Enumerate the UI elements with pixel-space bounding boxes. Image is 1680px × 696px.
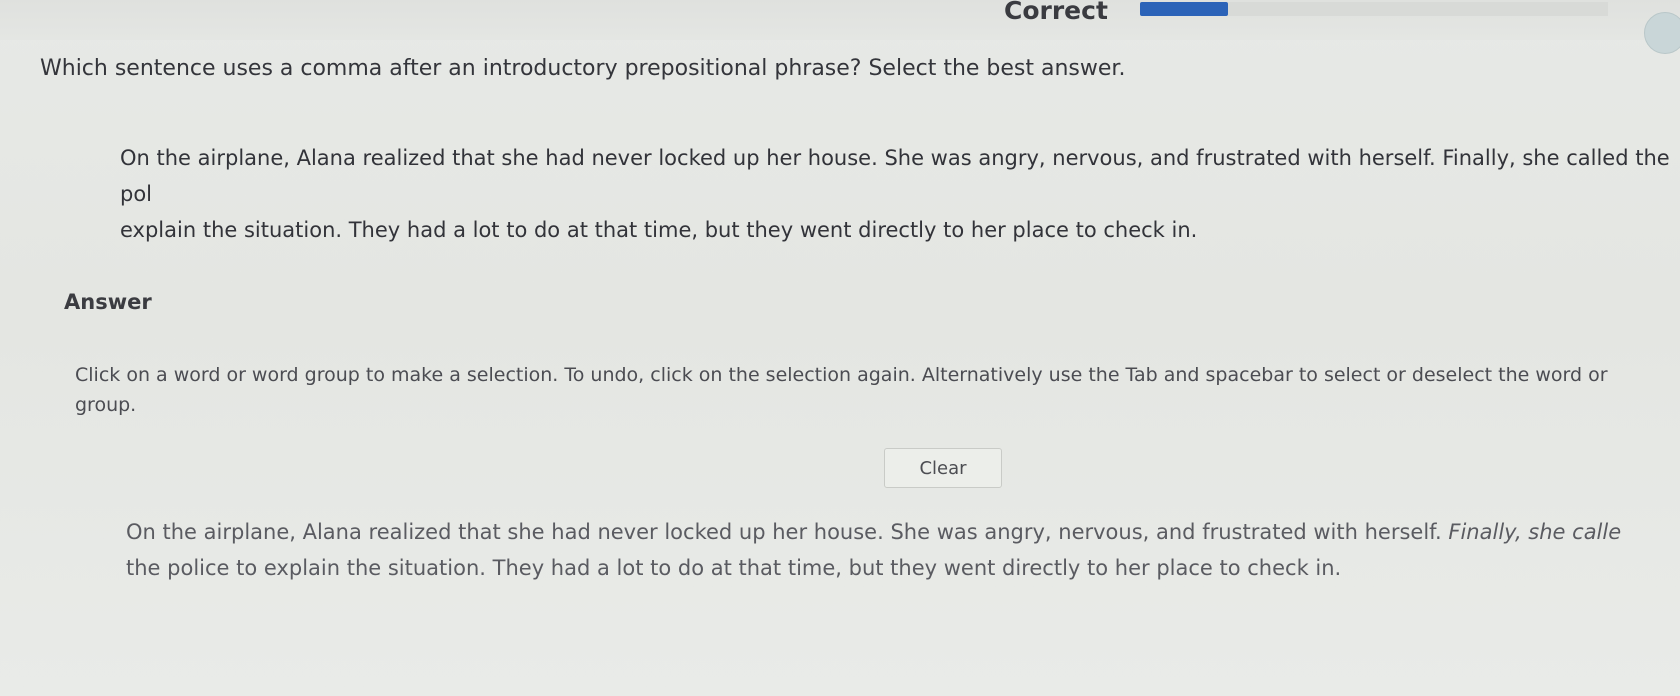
avatar[interactable] — [1644, 12, 1680, 54]
passage-line-1: On the airplane, Alana realized that she… — [120, 146, 1670, 206]
status-label: Correct — [1004, 0, 1108, 25]
answer-passage: On the airplane, Alana realized that she… — [126, 514, 1680, 586]
answer-instructions: Click on a word or word group to make a … — [75, 360, 1675, 420]
clear-button[interactable]: Clear — [884, 448, 1002, 488]
question-prompt: Which sentence uses a comma after an int… — [40, 56, 1126, 81]
instructions-line-2: group. — [75, 394, 137, 416]
answer-line-1: On the airplane, Alana realized that she… — [126, 514, 1680, 550]
answer-line-2: the police to explain the situation. The… — [126, 550, 1680, 586]
progress-bar — [1140, 2, 1228, 16]
passage-line-2: explain the situation. They had a lot to… — [120, 218, 1198, 242]
answer-heading: Answer — [64, 290, 152, 314]
answer-sentence-4[interactable]: They had a lot to do at that time, but t… — [493, 556, 1342, 580]
progress-track — [1228, 2, 1608, 16]
answer-sentence-1[interactable]: On the airplane, Alana realized that she… — [126, 520, 884, 544]
header-bar: Correct — [0, 0, 1680, 40]
passage: On the airplane, Alana realized that she… — [120, 140, 1680, 248]
answer-sentence-3-end[interactable]: the police to explain the situation. — [126, 556, 486, 580]
answer-sentence-2[interactable]: She was angry, nervous, and frustrated w… — [890, 520, 1441, 544]
instructions-line-1: Click on a word or word group to make a … — [75, 364, 1608, 386]
answer-sentence-3-start[interactable]: Finally, she calle — [1448, 520, 1621, 544]
